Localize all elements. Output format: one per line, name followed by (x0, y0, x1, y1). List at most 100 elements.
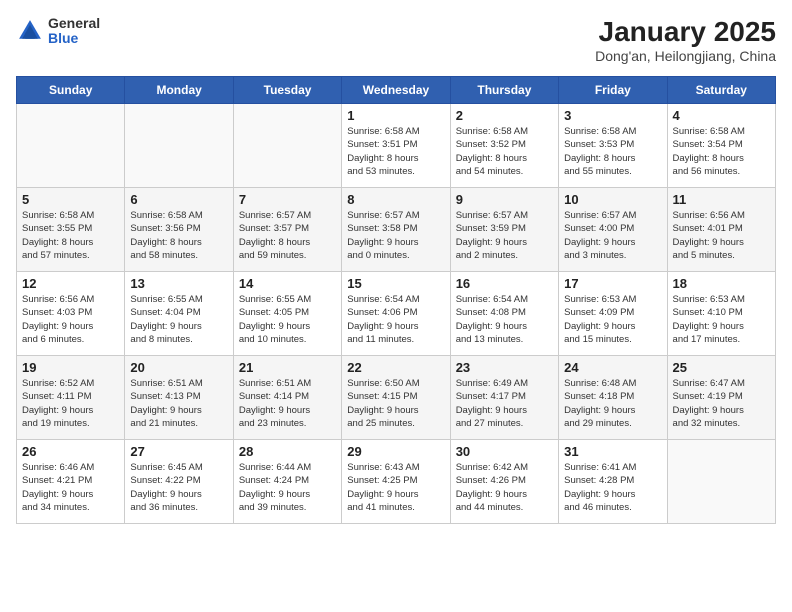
day-number: 29 (347, 444, 444, 459)
day-number: 2 (456, 108, 553, 123)
calendar-cell: 19Sunrise: 6:52 AM Sunset: 4:11 PM Dayli… (17, 356, 125, 440)
day-info: Sunrise: 6:55 AM Sunset: 4:05 PM Dayligh… (239, 293, 336, 346)
calendar-cell: 29 Sunrise: 6:43 AM Sunset: 4:25 PM Dayli… (342, 440, 450, 524)
calendar-cell: 17Sunrise: 6:53 AM Sunset: 4:09 PM Dayli… (559, 272, 667, 356)
calendar-cell: 16 Sunrise: 6:54 AM Sunset: 4:08 PM Dayli… (450, 272, 558, 356)
calendar-cell (125, 104, 233, 188)
calendar-cell: 21 Sunrise: 6:51 AM Sunset: 4:14 PM Dayli… (233, 356, 341, 440)
calendar-cell: 8 Sunrise: 6:57 AM Sunset: 3:58 PM Daylig… (342, 188, 450, 272)
day-number: 15 (347, 276, 444, 291)
day-info: Sunrise: 6:44 AM Sunset: 4:24 PM Dayligh… (239, 461, 336, 514)
calendar-header: SundayMondayTuesdayWednesdayThursdayFrid… (17, 77, 776, 104)
logo-icon (16, 17, 44, 45)
day-info: Sunrise: 6:54 AM Sunset: 4:08 PM Dayligh… (456, 293, 553, 346)
calendar-table: SundayMondayTuesdayWednesdayThursdayFrid… (16, 76, 776, 524)
day-info: Sunrise: 6:41 AM Sunset: 4:28 PM Dayligh… (564, 461, 661, 514)
day-number: 3 (564, 108, 661, 123)
day-number: 28 (239, 444, 336, 459)
day-info: Sunrise: 6:57 AM Sunset: 3:57 PM Dayligh… (239, 209, 336, 262)
calendar-cell: 12 Sunrise: 6:56 AM Sunset: 4:03 PM Dayli… (17, 272, 125, 356)
day-number: 17 (564, 276, 661, 291)
day-number: 12 (22, 276, 119, 291)
day-info: Sunrise: 6:46 AM Sunset: 4:21 PM Dayligh… (22, 461, 119, 514)
calendar-cell: 2 Sunrise: 6:58 AM Sunset: 3:52 PM Daylig… (450, 104, 558, 188)
logo-blue: Blue (48, 31, 100, 46)
day-of-week-header: Tuesday (233, 77, 341, 104)
day-number: 25 (673, 360, 770, 375)
day-info: Sunrise: 6:57 AM Sunset: 3:58 PM Dayligh… (347, 209, 444, 262)
calendar-subtitle: Dong'an, Heilongjiang, China (595, 48, 776, 64)
day-info: Sunrise: 6:55 AM Sunset: 4:04 PM Dayligh… (130, 293, 227, 346)
calendar-cell: 27 Sunrise: 6:45 AM Sunset: 4:22 PM Dayli… (125, 440, 233, 524)
calendar-cell: 9 Sunrise: 6:57 AM Sunset: 3:59 PM Daylig… (450, 188, 558, 272)
calendar-body: 1Sunrise: 6:58 AM Sunset: 3:51 PM Daylig… (17, 104, 776, 524)
calendar-cell (17, 104, 125, 188)
calendar-week-row: 1Sunrise: 6:58 AM Sunset: 3:51 PM Daylig… (17, 104, 776, 188)
day-number: 6 (130, 192, 227, 207)
day-number: 27 (130, 444, 227, 459)
logo-text: General Blue (48, 16, 100, 47)
calendar-cell: 24Sunrise: 6:48 AM Sunset: 4:18 PM Dayli… (559, 356, 667, 440)
calendar-title: January 2025 (595, 16, 776, 48)
day-number: 30 (456, 444, 553, 459)
calendar-cell: 22Sunrise: 6:50 AM Sunset: 4:15 PM Dayli… (342, 356, 450, 440)
calendar-cell: 13 Sunrise: 6:55 AM Sunset: 4:04 PM Dayli… (125, 272, 233, 356)
day-info: Sunrise: 6:43 AM Sunset: 4:25 PM Dayligh… (347, 461, 444, 514)
day-number: 4 (673, 108, 770, 123)
day-info: Sunrise: 6:51 AM Sunset: 4:13 PM Dayligh… (130, 377, 227, 430)
calendar-cell: 1Sunrise: 6:58 AM Sunset: 3:51 PM Daylig… (342, 104, 450, 188)
day-number: 16 (456, 276, 553, 291)
calendar-cell: 25 Sunrise: 6:47 AM Sunset: 4:19 PM Dayli… (667, 356, 775, 440)
day-info: Sunrise: 6:56 AM Sunset: 4:03 PM Dayligh… (22, 293, 119, 346)
calendar-cell: 11Sunrise: 6:56 AM Sunset: 4:01 PM Dayli… (667, 188, 775, 272)
day-info: Sunrise: 6:57 AM Sunset: 3:59 PM Dayligh… (456, 209, 553, 262)
day-info: Sunrise: 6:57 AM Sunset: 4:00 PM Dayligh… (564, 209, 661, 262)
calendar-cell: 5 Sunrise: 6:58 AM Sunset: 3:55 PM Daylig… (17, 188, 125, 272)
day-info: Sunrise: 6:47 AM Sunset: 4:19 PM Dayligh… (673, 377, 770, 430)
page-header: General Blue January 2025 Dong'an, Heilo… (16, 16, 776, 64)
calendar-cell: 28 Sunrise: 6:44 AM Sunset: 4:24 PM Dayli… (233, 440, 341, 524)
day-info: Sunrise: 6:58 AM Sunset: 3:52 PM Dayligh… (456, 125, 553, 178)
day-number: 23 (456, 360, 553, 375)
day-info: Sunrise: 6:58 AM Sunset: 3:54 PM Dayligh… (673, 125, 770, 178)
day-info: Sunrise: 6:50 AM Sunset: 4:15 PM Dayligh… (347, 377, 444, 430)
calendar-cell: 14Sunrise: 6:55 AM Sunset: 4:05 PM Dayli… (233, 272, 341, 356)
calendar-cell: 20 Sunrise: 6:51 AM Sunset: 4:13 PM Dayli… (125, 356, 233, 440)
calendar-week-row: 12 Sunrise: 6:56 AM Sunset: 4:03 PM Dayli… (17, 272, 776, 356)
day-info: Sunrise: 6:56 AM Sunset: 4:01 PM Dayligh… (673, 209, 770, 262)
calendar-cell: 26Sunrise: 6:46 AM Sunset: 4:21 PM Dayli… (17, 440, 125, 524)
day-number: 31 (564, 444, 661, 459)
day-number: 24 (564, 360, 661, 375)
day-number: 5 (22, 192, 119, 207)
calendar-cell: 7 Sunrise: 6:57 AM Sunset: 3:57 PM Daylig… (233, 188, 341, 272)
logo-general: General (48, 16, 100, 31)
day-number: 21 (239, 360, 336, 375)
day-info: Sunrise: 6:45 AM Sunset: 4:22 PM Dayligh… (130, 461, 227, 514)
day-of-week-header: Saturday (667, 77, 775, 104)
day-info: Sunrise: 6:53 AM Sunset: 4:10 PM Dayligh… (673, 293, 770, 346)
day-number: 20 (130, 360, 227, 375)
day-number: 8 (347, 192, 444, 207)
day-of-week-header: Wednesday (342, 77, 450, 104)
calendar-cell: 15 Sunrise: 6:54 AM Sunset: 4:06 PM Dayli… (342, 272, 450, 356)
day-info: Sunrise: 6:54 AM Sunset: 4:06 PM Dayligh… (347, 293, 444, 346)
calendar-week-row: 26Sunrise: 6:46 AM Sunset: 4:21 PM Dayli… (17, 440, 776, 524)
day-of-week-header: Sunday (17, 77, 125, 104)
calendar-cell: 10Sunrise: 6:57 AM Sunset: 4:00 PM Dayli… (559, 188, 667, 272)
day-number: 7 (239, 192, 336, 207)
day-info: Sunrise: 6:51 AM Sunset: 4:14 PM Dayligh… (239, 377, 336, 430)
day-info: Sunrise: 6:58 AM Sunset: 3:55 PM Dayligh… (22, 209, 119, 262)
day-info: Sunrise: 6:49 AM Sunset: 4:17 PM Dayligh… (456, 377, 553, 430)
title-block: January 2025 Dong'an, Heilongjiang, Chin… (595, 16, 776, 64)
day-number: 1 (347, 108, 444, 123)
calendar-cell (233, 104, 341, 188)
day-number: 19 (22, 360, 119, 375)
calendar-cell: 31 Sunrise: 6:41 AM Sunset: 4:28 PM Dayli… (559, 440, 667, 524)
day-number: 9 (456, 192, 553, 207)
calendar-cell: 6Sunrise: 6:58 AM Sunset: 3:56 PM Daylig… (125, 188, 233, 272)
day-of-week-header: Monday (125, 77, 233, 104)
day-number: 18 (673, 276, 770, 291)
day-of-week-header: Friday (559, 77, 667, 104)
calendar-cell: 30Sunrise: 6:42 AM Sunset: 4:26 PM Dayli… (450, 440, 558, 524)
day-number: 13 (130, 276, 227, 291)
